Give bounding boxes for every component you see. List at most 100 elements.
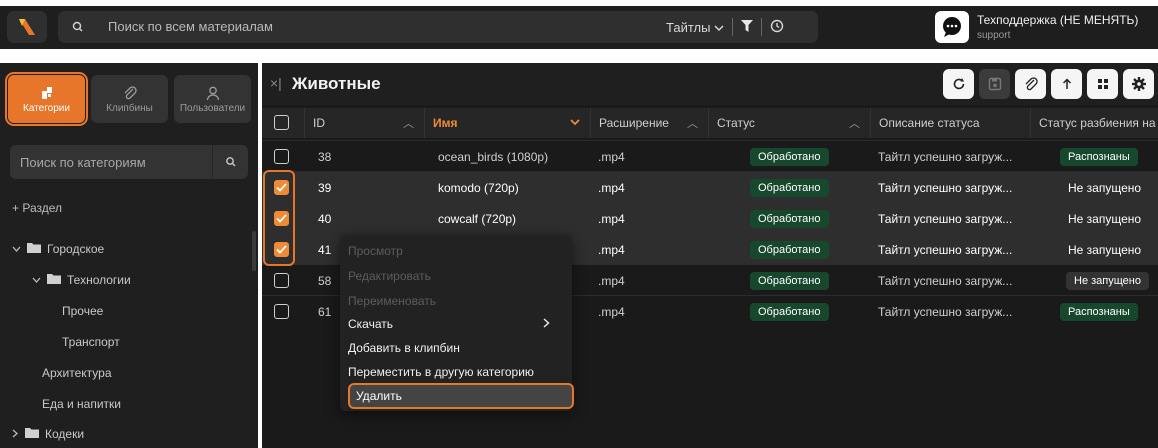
global-search-input[interactable]: Поиск по всем материалам	[108, 19, 273, 34]
cell-id: 39	[318, 180, 332, 195]
search-icon	[68, 17, 88, 37]
tree-item-transport[interactable]: Транспорт	[62, 335, 120, 349]
tab-clipbins[interactable]: Клипбины	[91, 75, 168, 123]
column-id[interactable]: ID ︿	[304, 108, 424, 138]
column-split-status[interactable]: Статус разбиения на	[1030, 108, 1158, 138]
column-status-description[interactable]: Описание статуса	[870, 108, 1030, 138]
cell-name: komodo (720p)	[438, 180, 519, 195]
table-row[interactable]: 38 ocean_birds (1080p) .mp4 Обработано Т…	[262, 140, 1158, 171]
sort-up-icon: ︿	[403, 118, 414, 130]
tree-item-label: Еда и напитки	[42, 397, 122, 411]
status-badge: Обработано	[750, 240, 829, 259]
menu-item-label: Удалить	[356, 389, 402, 403]
tree-item-eda[interactable]: Еда и напитки	[42, 397, 121, 411]
tab-label: Пользователи	[179, 102, 246, 114]
chevron-right-icon[interactable]	[12, 427, 19, 441]
tab-label: Клипбины	[106, 102, 153, 114]
main-header: ×| Животные	[262, 63, 1158, 105]
add-section-button[interactable]: + Раздел	[12, 201, 62, 215]
gear-icon	[1131, 77, 1146, 91]
link-button[interactable]	[1015, 69, 1046, 99]
tab-categories[interactable]: Категории	[5, 72, 88, 126]
column-label: Статус разбиения на	[1039, 116, 1156, 130]
app-logo[interactable]	[7, 11, 47, 43]
menu-item-delete[interactable]: Удалить	[348, 383, 574, 409]
status-badge: Обработано	[750, 147, 829, 166]
tree-item-arhitektura[interactable]: Архитектура	[42, 366, 112, 380]
tab-users[interactable]: Пользователи	[174, 75, 251, 123]
sort-up-icon: ︿	[849, 118, 860, 130]
cell-name: cowcalf (720p)	[438, 211, 517, 226]
tree-item-label: Городское	[47, 242, 105, 256]
tree-item-label: Архитектура	[42, 366, 112, 380]
menu-item-add-to-clipbin[interactable]: Добавить в клипбин	[348, 341, 460, 355]
tree-item-label: Прочее	[62, 304, 104, 318]
split-status-text: Не запущено	[1068, 242, 1142, 257]
column-name[interactable]: Имя	[424, 108, 590, 138]
tab-label: Категории	[23, 102, 70, 114]
global-search[interactable]: Поиск по всем материалам Тайтлы	[58, 11, 818, 43]
divider	[761, 18, 763, 36]
search-icon[interactable]	[212, 145, 248, 179]
cell-status-description: Тайтл успешно загруж...	[878, 242, 1013, 257]
table-row[interactable]: 40 cowcalf (720p) .mp4 Обработано Тайтл …	[262, 202, 1158, 233]
chevron-down-icon[interactable]	[12, 242, 21, 256]
cell-status-description: Тайтл успешно загруж...	[878, 149, 1013, 164]
chevron-down-icon[interactable]	[32, 273, 41, 287]
cell-status-description: Тайтл успешно загруж...	[878, 211, 1013, 226]
divider	[732, 18, 734, 36]
tree-item-gorodskoe[interactable]: Городское	[12, 242, 104, 256]
split-status-badge: Распознаны	[1060, 302, 1138, 321]
category-search[interactable]: Поиск по категориям	[10, 145, 248, 179]
chat-bubble-icon	[943, 17, 961, 37]
sort-up-icon: ︿	[687, 118, 698, 130]
split-status-text: Не запущено	[1068, 211, 1142, 226]
filter-type-select[interactable]: Тайтлы	[666, 20, 724, 35]
export-button[interactable]	[1051, 69, 1082, 99]
close-panel-button[interactable]: ×|	[270, 75, 282, 91]
sidebar-scrollbar[interactable]	[252, 231, 256, 271]
search-controls: Тайтлы	[666, 15, 784, 39]
upload-button[interactable]	[979, 69, 1010, 99]
cell-name: ocean_birds (1080p)	[438, 149, 549, 164]
clock-icon[interactable]	[770, 19, 784, 36]
menu-item-download[interactable]: Скачать	[348, 317, 564, 331]
grid-view-button[interactable]	[1087, 69, 1118, 99]
column-label: ID	[313, 116, 325, 130]
refresh-icon	[953, 78, 964, 90]
paperclip-icon	[1025, 77, 1038, 91]
cell-id: 38	[318, 149, 332, 164]
row-checkbox[interactable]	[274, 149, 289, 164]
table-row[interactable]: 39 komodo (720p) .mp4 Обработано Тайтл у…	[262, 171, 1158, 202]
tree-item-kodeki[interactable]: Кодеки	[12, 427, 84, 441]
column-extension[interactable]: Расширение ︿	[590, 108, 708, 138]
select-all-cell[interactable]	[262, 108, 304, 138]
split-status-badge: Не запущено	[1066, 271, 1149, 290]
select-all-checkbox[interactable]	[274, 115, 289, 130]
cell-id: 61	[318, 304, 332, 319]
menu-item-label: Скачать	[348, 317, 393, 331]
folder-icon	[47, 273, 61, 287]
selection-highlight	[263, 170, 295, 266]
user-icon	[206, 86, 219, 100]
user-profile[interactable]: Техподдержка (НЕ МЕНЯТЬ) support	[935, 11, 1155, 45]
page-title: Животные	[292, 74, 381, 93]
cell-status-description: Тайтл успешно загруж...	[878, 180, 1013, 195]
settings-button[interactable]	[1123, 69, 1154, 99]
column-status[interactable]: Статус ︿	[708, 108, 870, 138]
category-search-input[interactable]: Поиск по категориям	[20, 155, 146, 170]
row-checkbox[interactable]	[274, 304, 289, 319]
cell-extension: .mp4	[598, 304, 625, 319]
column-label: Статус	[717, 116, 755, 130]
save-icon	[988, 77, 1001, 91]
tree-item-tehnologii[interactable]: Технологии	[32, 273, 131, 287]
row-checkbox[interactable]	[274, 273, 289, 288]
column-label: Описание статуса	[879, 116, 980, 130]
status-badge: Обработано	[750, 271, 829, 290]
tree-item-prochee[interactable]: Прочее	[62, 304, 103, 318]
refresh-button[interactable]	[943, 69, 974, 99]
column-label: Расширение	[599, 116, 669, 130]
filter-icon[interactable]	[741, 19, 754, 35]
menu-item-move-category[interactable]: Переместить в другую категорию	[348, 365, 534, 379]
menu-item-view: Просмотр	[348, 244, 403, 258]
